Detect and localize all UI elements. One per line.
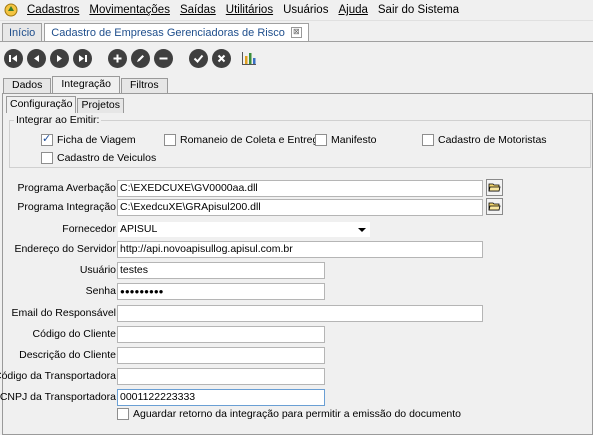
checkbox-ficha-viagem[interactable]: Ficha de Viagem bbox=[41, 132, 136, 146]
codigo-cliente-field[interactable] bbox=[117, 326, 325, 343]
last-record-button[interactable] bbox=[73, 48, 92, 68]
label-codigo-cliente: Código do Cliente bbox=[32, 328, 116, 340]
add-record-button[interactable] bbox=[108, 48, 127, 68]
label-endereco-servidor: Endereço do Servidor bbox=[14, 243, 116, 255]
integration-panel: Configuração Projetos Integrar ao Emitir… bbox=[0, 93, 593, 435]
checkbox-manifesto[interactable]: Manifesto bbox=[315, 134, 377, 146]
menu-movimentacoes[interactable]: Movimentações bbox=[84, 4, 175, 16]
cancel-button[interactable] bbox=[212, 48, 231, 68]
checkbox-label: Manifesto bbox=[331, 134, 377, 146]
tab-inicio-label: Início bbox=[9, 26, 36, 39]
descricao-cliente-field[interactable] bbox=[117, 347, 325, 364]
codigo-transportadora-field[interactable] bbox=[117, 368, 325, 385]
programa-averbacao-field[interactable]: C:\EXEDCUXE\GV0000aa.dll bbox=[117, 180, 483, 197]
sub-tabs: Configuração Projetos bbox=[6, 96, 125, 113]
previous-icon bbox=[34, 54, 39, 62]
cnpj-transportadora-field[interactable]: 0001122223333 bbox=[117, 389, 325, 406]
first-icon bbox=[9, 54, 17, 62]
menu-saidas[interactable]: Saídas bbox=[175, 4, 221, 16]
menu-usuarios[interactable]: Usuários bbox=[278, 4, 333, 16]
last-icon bbox=[79, 54, 87, 62]
browse-averbacao-button[interactable] bbox=[486, 179, 503, 196]
confirm-button[interactable] bbox=[189, 48, 208, 68]
checkbox-label: Aguardar retorno da integração para perm… bbox=[133, 408, 462, 420]
tab-dados[interactable]: Dados bbox=[3, 78, 52, 93]
tab-projetos[interactable]: Projetos bbox=[77, 98, 124, 113]
edit-icon bbox=[137, 54, 144, 62]
label-email-responsavel: Email do Responsável bbox=[11, 307, 116, 319]
email-responsavel-field[interactable] bbox=[117, 305, 483, 322]
label-usuario: Usuário bbox=[79, 264, 116, 276]
fornecedor-select[interactable]: APISUL bbox=[117, 221, 371, 238]
tab-cadastro-empresas[interactable]: Cadastro de Empresas Gerenciadoras de Ri… bbox=[44, 23, 309, 41]
checkbox-label: Cadastro de Veiculos bbox=[57, 152, 157, 164]
checkbox-romaneio[interactable]: Romaneio de Coleta e Entrega bbox=[164, 134, 324, 146]
group-title: Integrar ao Emitir: bbox=[14, 114, 102, 126]
add-icon bbox=[113, 54, 122, 62]
checkbox-label: Ficha de Viagem bbox=[57, 134, 136, 146]
edit-record-button[interactable] bbox=[131, 48, 150, 68]
checkbox-box[interactable] bbox=[315, 134, 327, 146]
checkbox-box[interactable] bbox=[117, 408, 129, 420]
label-fornecedor: Fornecedor bbox=[62, 223, 116, 235]
menu-bar: Cadastros Movimentações Saídas Utilitári… bbox=[0, 0, 593, 21]
label-cnpj-transportadora: CNPJ da Transportadora bbox=[0, 391, 116, 403]
next-record-button[interactable] bbox=[50, 48, 69, 68]
label-programa-averbacao: Programa Averbação bbox=[17, 182, 116, 194]
tab-integracao[interactable]: Integração bbox=[52, 76, 120, 93]
checkbox-box[interactable] bbox=[422, 134, 434, 146]
usuario-field[interactable]: testes bbox=[117, 262, 325, 279]
menu-cadastros[interactable]: Cadastros bbox=[22, 4, 84, 16]
main-tabs: Dados Integração Filtros bbox=[3, 76, 169, 93]
cancel-icon bbox=[217, 54, 226, 62]
programa-integracao-field[interactable]: C:\ExedcuXE\GRApisul200.dll bbox=[117, 199, 483, 216]
tab-cadastro-label: Cadastro de Empresas Gerenciadoras de Ri… bbox=[51, 26, 285, 39]
folder-open-icon bbox=[488, 183, 501, 192]
checkbox-label: Cadastro de Motoristas bbox=[438, 134, 547, 146]
label-programa-integracao: Programa Integração bbox=[17, 201, 116, 213]
folder-open-icon bbox=[488, 202, 501, 211]
confirm-icon bbox=[193, 54, 204, 63]
menu-sair[interactable]: Sair do Sistema bbox=[373, 4, 464, 16]
app-icon bbox=[4, 3, 18, 17]
checkbox-box[interactable] bbox=[41, 152, 53, 164]
next-icon bbox=[57, 54, 62, 62]
checkbox-cadastro-motoristas[interactable]: Cadastro de Motoristas bbox=[422, 134, 547, 146]
label-codigo-transportadora: Código da Transportadora bbox=[0, 370, 116, 382]
delete-record-button[interactable] bbox=[154, 48, 173, 68]
tab-inicio[interactable]: Início bbox=[2, 23, 43, 41]
delete-icon bbox=[159, 57, 168, 59]
checkbox-aguardar-retorno[interactable]: Aguardar retorno da integração para perm… bbox=[117, 408, 461, 420]
close-tab-icon[interactable]: ⊠ bbox=[290, 27, 302, 38]
tab-filtros[interactable]: Filtros bbox=[120, 78, 168, 93]
menu-utilitarios[interactable]: Utilitários bbox=[221, 4, 278, 16]
endereco-servidor-field[interactable]: http://api.novoapisullog.apisul.com.br bbox=[117, 241, 483, 258]
first-record-button[interactable] bbox=[4, 48, 23, 68]
chart-icon[interactable] bbox=[241, 50, 257, 66]
document-tab-bar: Início Cadastro de Empresas Gerenciadora… bbox=[0, 23, 593, 42]
previous-record-button[interactable] bbox=[27, 48, 46, 68]
senha-field[interactable]: ●●●●●●●●● bbox=[117, 283, 325, 300]
record-toolbar bbox=[0, 44, 593, 72]
fornecedor-value: APISUL bbox=[120, 223, 158, 235]
label-descricao-cliente: Descrição do Cliente bbox=[19, 349, 116, 361]
tab-configuracao[interactable]: Configuração bbox=[6, 96, 77, 113]
label-senha: Senha bbox=[85, 285, 116, 297]
menu-ajuda[interactable]: Ajuda bbox=[333, 4, 372, 16]
chevron-down-icon[interactable] bbox=[358, 228, 366, 232]
checkbox-cadastro-veiculos[interactable]: Cadastro de Veiculos bbox=[41, 152, 156, 164]
checkbox-label: Romaneio de Coleta e Entrega bbox=[180, 134, 325, 146]
checkbox-box[interactable] bbox=[41, 132, 53, 146]
checkbox-box[interactable] bbox=[164, 134, 176, 146]
browse-integracao-button[interactable] bbox=[486, 198, 503, 215]
